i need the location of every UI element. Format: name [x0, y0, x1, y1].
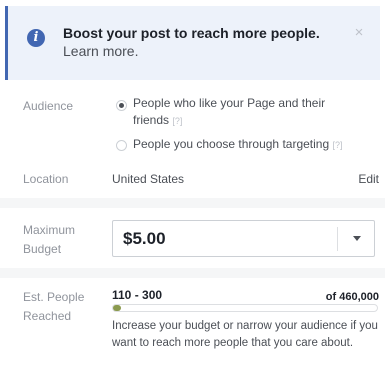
audience-option-targeting-label: People you choose through targeting	[133, 137, 330, 151]
audience-radio-targeting[interactable]	[116, 140, 127, 151]
audience-label: Audience	[23, 99, 74, 113]
location-edit-link[interactable]: Edit	[358, 170, 379, 188]
info-icon: i	[27, 29, 45, 47]
banner-accent-strip	[5, 6, 8, 80]
banner-title: Boost your post to reach more people.	[63, 25, 320, 41]
reach-label-line1: Est. People	[23, 290, 85, 304]
close-icon[interactable]: ×	[352, 25, 366, 40]
learn-more-link[interactable]: Learn more.	[63, 43, 138, 59]
reach-hint: Increase your budget or narrow your audi…	[112, 320, 378, 349]
audience-option-fans[interactable]: People who like your Page and their frie…	[133, 95, 353, 130]
chevron-down-icon[interactable]	[353, 236, 361, 241]
banner-text: Boost your post to reach more people. Le…	[63, 24, 323, 60]
section-divider	[0, 198, 385, 208]
select-separator	[337, 227, 338, 251]
audience-option-fans-label: People who like your Page and their frie…	[133, 96, 326, 127]
audience-option-targeting[interactable]: People you choose through targeting [?]	[133, 135, 343, 154]
budget-label-line2: Budget	[23, 242, 62, 256]
help-icon[interactable]: [?]	[172, 116, 182, 126]
boost-banner: i Boost your post to reach more people. …	[5, 6, 380, 80]
location-value: United States	[112, 172, 185, 186]
budget-value: $5.00	[123, 229, 166, 248]
reach-meter-fill	[113, 305, 121, 311]
budget-label: Maximum Budget	[23, 221, 75, 259]
reach-label: Est. People Reached	[23, 288, 84, 326]
budget-label-line1: Maximum	[23, 223, 76, 237]
reach-meter	[112, 304, 378, 312]
budget-select[interactable]: $5.00	[112, 220, 375, 257]
audience-radio-fans[interactable]	[116, 100, 127, 111]
section-divider	[0, 268, 385, 278]
help-icon[interactable]: [?]	[333, 140, 343, 150]
reach-range: 110 - 300	[112, 288, 163, 302]
reach-label-line2: Reached	[23, 309, 72, 323]
location-label: Location	[23, 172, 69, 186]
